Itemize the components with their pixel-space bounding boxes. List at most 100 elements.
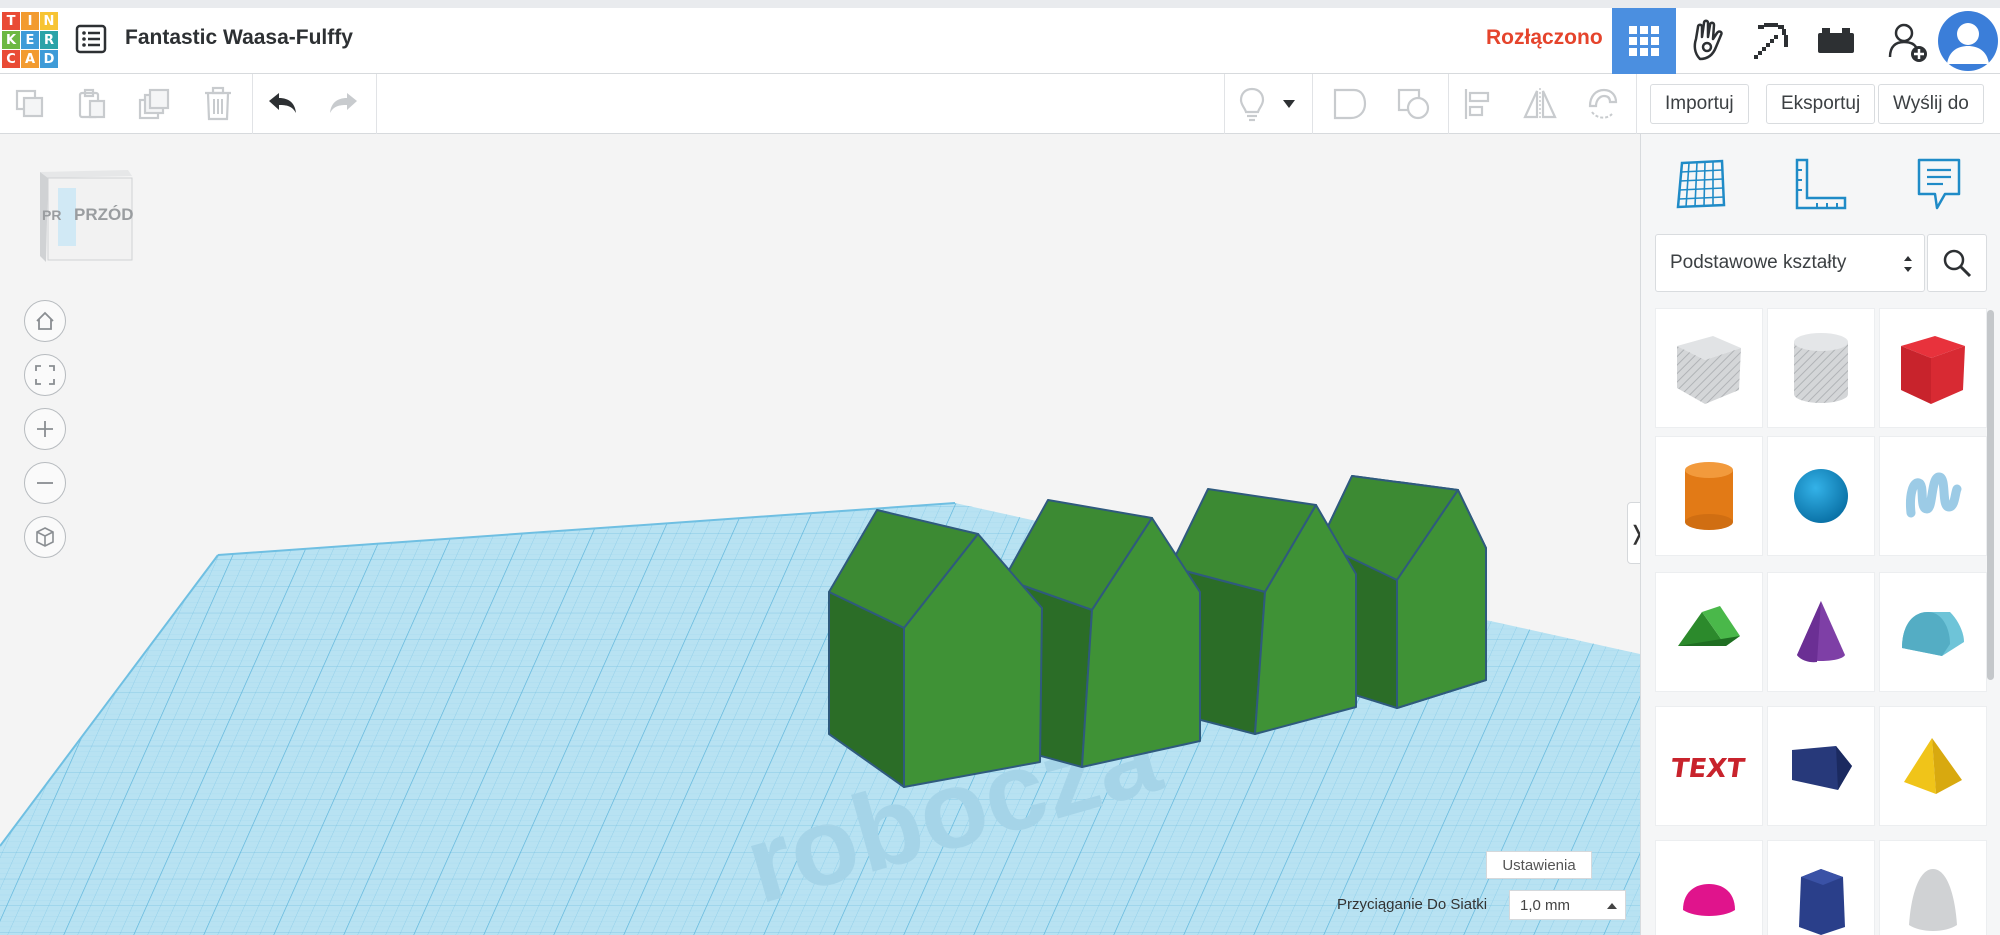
copy-button[interactable] <box>8 82 52 126</box>
codeblocks-button[interactable] <box>1740 8 1804 74</box>
scribble-icon <box>1906 472 1962 518</box>
view-cube-side-label: PR <box>42 207 61 223</box>
redo-button[interactable] <box>322 82 366 126</box>
shapes-panel: Podstawowe kształty TEXT <box>1640 134 2000 935</box>
3d-design-view-button[interactable] <box>1612 8 1676 74</box>
minecraft-pickaxe-icon <box>1754 23 1788 59</box>
circuits-button[interactable] <box>1676 8 1740 74</box>
grid-view-icon <box>1629 26 1659 56</box>
logo-letter: R <box>40 31 58 49</box>
text-shape-icon: TEXT <box>1671 754 1747 784</box>
notes-tool-button[interactable] <box>1907 152 1971 216</box>
duplicate-icon <box>138 88 170 120</box>
box-icon <box>1901 336 1965 404</box>
edit-toolbar: Importuj Eksportuj Wyślij do <box>0 74 2000 134</box>
fit-view-button[interactable] <box>24 354 66 396</box>
shape-roof[interactable] <box>1655 572 1763 692</box>
logo-letter: D <box>40 50 58 68</box>
workplane-tool-button[interactable] <box>1669 152 1733 216</box>
ruler-tool-button[interactable] <box>1789 152 1853 216</box>
shape-round-roof[interactable] <box>1879 572 1987 692</box>
round-roof-icon <box>1902 612 1964 656</box>
tinkercad-logo[interactable]: TIN KER CAD <box>2 12 58 68</box>
paraboloid-icon <box>1909 869 1957 931</box>
shape-text[interactable]: TEXT <box>1655 706 1763 826</box>
mirror-button[interactable] <box>1518 82 1562 126</box>
fit-view-icon <box>35 365 55 385</box>
zoom-out-button[interactable] <box>24 462 66 504</box>
magnet-icon <box>1588 88 1618 119</box>
shape-pyramid[interactable] <box>1879 706 1987 826</box>
project-title[interactable]: Fantastic Waasa-Fulffy <box>125 26 353 50</box>
shape-search-button[interactable] <box>1927 234 1987 292</box>
cube-icon <box>36 527 54 547</box>
circuits-hand-icon <box>1693 19 1723 61</box>
shape-sphere[interactable] <box>1767 436 1875 556</box>
wedge-icon <box>1792 746 1852 790</box>
export-button[interactable]: Eksportuj <box>1766 84 1876 124</box>
svg-text:TEXT: TEXT <box>1671 754 1747 784</box>
design-list-icon[interactable] <box>74 22 108 56</box>
lego-brick-icon <box>1818 28 1854 53</box>
pyramid-icon <box>1904 738 1962 794</box>
shape-polygon[interactable] <box>1767 840 1875 935</box>
logo-letter: I <box>21 12 39 30</box>
shape-box-hole[interactable] <box>1655 308 1763 428</box>
logo-letter: N <box>40 12 58 30</box>
group-icon <box>1333 88 1367 120</box>
invite-button[interactable] <box>1876 8 1940 74</box>
shape-cylinder-hole[interactable] <box>1767 308 1875 428</box>
group-button[interactable] <box>1328 82 1372 126</box>
send-to-button[interactable]: Wyślij do <box>1878 84 1984 124</box>
shape-cone[interactable] <box>1767 572 1875 692</box>
notes-light-button[interactable] <box>1230 82 1274 126</box>
delete-button[interactable] <box>196 82 240 126</box>
panel-scrollbar[interactable] <box>1987 310 1994 680</box>
duplicate-button[interactable] <box>132 82 176 126</box>
sphere-icon <box>1794 469 1848 523</box>
logo-letter: T <box>2 12 20 30</box>
paste-icon <box>78 88 106 119</box>
logo-letter: C <box>2 50 20 68</box>
perspective-button[interactable] <box>24 516 66 558</box>
zoom-in-button[interactable] <box>24 408 66 450</box>
shape-library-select[interactable]: Podstawowe kształty <box>1655 234 1925 292</box>
cruise-button[interactable] <box>1580 82 1624 126</box>
box-hole-icon <box>1677 336 1741 404</box>
bricks-button[interactable] <box>1804 8 1868 74</box>
snap-grid-value: 1,0 mm <box>1520 896 1571 914</box>
cone-icon <box>1797 601 1845 663</box>
lightbulb-icon <box>1239 87 1265 122</box>
shape-wedge[interactable] <box>1767 706 1875 826</box>
shape-half-sphere[interactable] <box>1655 840 1763 935</box>
trash-icon <box>205 86 231 121</box>
undo-button[interactable] <box>260 82 304 126</box>
ungroup-icon <box>1397 88 1430 120</box>
shape-paraboloid[interactable] <box>1879 840 1987 935</box>
snap-grid-select[interactable]: 1,0 mm <box>1509 890 1626 920</box>
notes-dropdown[interactable] <box>1278 82 1300 126</box>
home-view-button[interactable] <box>24 300 66 342</box>
workplane-scene[interactable]: robocza <box>0 134 1640 935</box>
app-header: TIN KER CAD Fantastic Waasa-Fulffy Rozłącz… <box>0 0 2000 74</box>
polygon-icon <box>1799 869 1845 935</box>
shape-cylinder[interactable] <box>1655 436 1763 556</box>
plus-icon <box>37 421 53 437</box>
shape-box[interactable] <box>1879 308 1987 428</box>
copy-icon <box>15 89 44 118</box>
import-button[interactable]: Importuj <box>1650 84 1749 124</box>
user-menu[interactable] <box>1936 8 2000 74</box>
settings-button[interactable]: Ustawienia <box>1486 851 1592 879</box>
add-user-icon <box>1888 23 1927 62</box>
paste-button[interactable] <box>70 82 114 126</box>
undo-icon <box>269 93 296 113</box>
ungroup-button[interactable] <box>1392 82 1436 126</box>
caret-down-icon <box>1283 100 1295 108</box>
align-icon <box>1464 89 1490 119</box>
3d-workspace[interactable]: robocza PR PRZÓD Ustawienia Przyciąganie… <box>0 134 1640 935</box>
half-sphere-icon <box>1683 884 1735 916</box>
shape-scribble[interactable] <box>1879 436 1987 556</box>
view-cube[interactable]: PR PRZÓD <box>36 164 136 264</box>
align-button[interactable] <box>1456 82 1500 126</box>
browser-strip <box>0 0 2000 8</box>
